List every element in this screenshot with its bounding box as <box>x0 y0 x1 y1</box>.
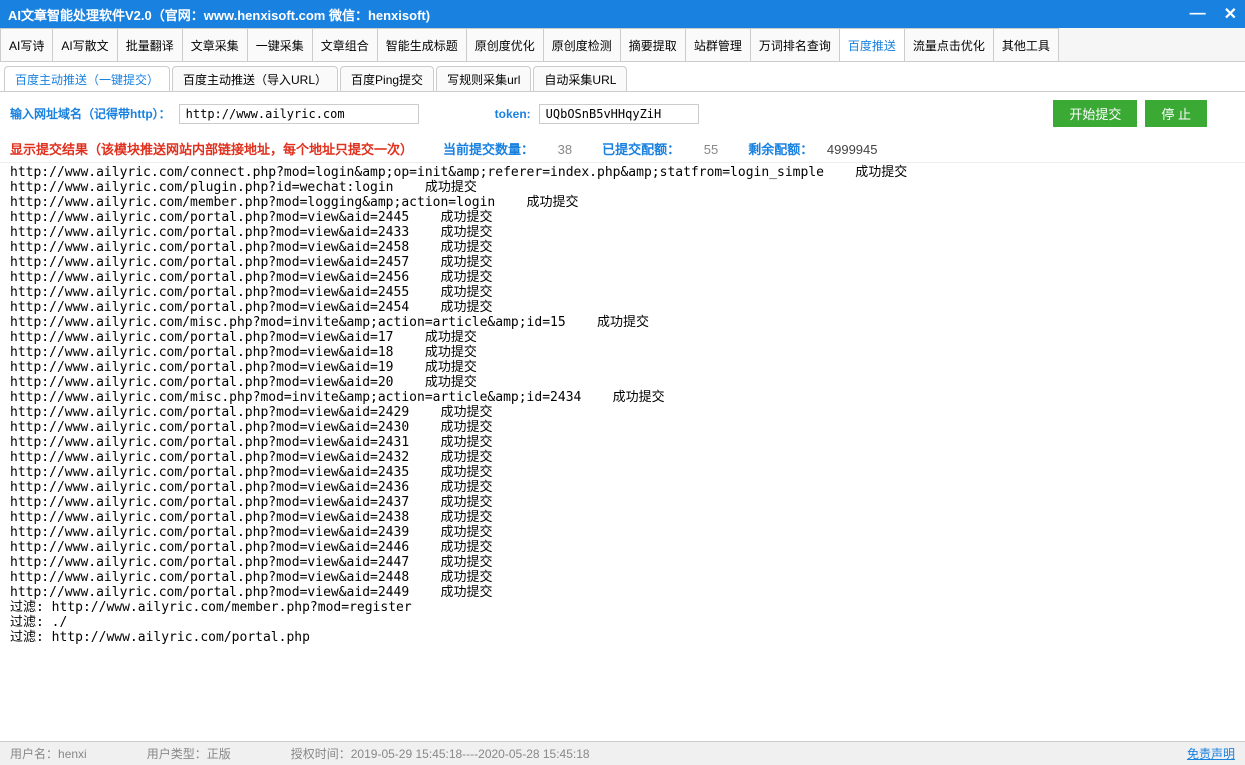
result-line: http://www.ailyric.com/portal.php?mod=vi… <box>10 555 1235 570</box>
token-input[interactable] <box>539 104 699 124</box>
result-line: http://www.ailyric.com/portal.php?mod=vi… <box>10 495 1235 510</box>
result-line: http://www.ailyric.com/portal.php?mod=vi… <box>10 435 1235 450</box>
result-line: http://www.ailyric.com/portal.php?mod=vi… <box>10 375 1235 390</box>
tab-9[interactable]: 摘要提取 <box>620 28 686 61</box>
tab-7[interactable]: 原创度优化 <box>466 28 544 61</box>
input-row: 输入网址域名（记得带http）： token: 开始提交 停 止 <box>0 92 1245 135</box>
tab-1[interactable]: AI写散文 <box>52 28 117 61</box>
current-value: 38 <box>558 142 572 157</box>
result-line: http://www.ailyric.com/portal.php?mod=vi… <box>10 510 1235 525</box>
result-line: 过滤: http://www.ailyric.com/member.php?mo… <box>10 600 1235 615</box>
start-button[interactable]: 开始提交 <box>1053 100 1137 127</box>
tab-0[interactable]: AI写诗 <box>0 28 53 61</box>
remain-label: 剩余配额： <box>748 142 813 157</box>
close-icon[interactable]: ✕ <box>1224 4 1237 24</box>
current-label: 当前提交数量： <box>443 142 534 157</box>
auth-label: 授权时间： <box>291 745 351 762</box>
result-line: http://www.ailyric.com/portal.php?mod=vi… <box>10 585 1235 600</box>
tab-5[interactable]: 文章组合 <box>312 28 378 61</box>
result-line: 过滤: http://www.ailyric.com/portal.php <box>10 630 1235 645</box>
result-line: http://www.ailyric.com/portal.php?mod=vi… <box>10 405 1235 420</box>
domain-label: 输入网址域名（记得带http）： <box>10 105 171 122</box>
result-line: http://www.ailyric.com/portal.php?mod=vi… <box>10 465 1235 480</box>
main-tabs: AI写诗AI写散文批量翻译文章采集一键采集文章组合智能生成标题原创度优化原创度检… <box>0 28 1245 62</box>
result-line: http://www.ailyric.com/portal.php?mod=vi… <box>10 570 1235 585</box>
quota-value: 55 <box>704 142 718 157</box>
result-line: http://www.ailyric.com/portal.php?mod=vi… <box>10 360 1235 375</box>
subtab-1[interactable]: 百度主动推送（导入URL） <box>172 66 338 91</box>
auth-value: 2019-05-29 15:45:18----2020-05-28 15:45:… <box>351 747 590 761</box>
tab-3[interactable]: 文章采集 <box>182 28 248 61</box>
tab-8[interactable]: 原创度检测 <box>543 28 621 61</box>
sub-tabs: 百度主动推送（一键提交）百度主动推送（导入URL）百度Ping提交写规则采集ur… <box>0 62 1245 92</box>
quota-label: 已提交配额： <box>602 142 680 157</box>
result-line: http://www.ailyric.com/portal.php?mod=vi… <box>10 420 1235 435</box>
result-line: 过滤: ./ <box>10 615 1235 630</box>
remain-value: 4999945 <box>827 142 878 157</box>
tab-13[interactable]: 流量点击优化 <box>904 28 994 61</box>
result-line: http://www.ailyric.com/portal.php?mod=vi… <box>10 540 1235 555</box>
result-line: http://www.ailyric.com/misc.php?mod=invi… <box>10 315 1235 330</box>
tab-12[interactable]: 百度推送 <box>839 28 905 61</box>
status-bar: 用户名： henxi 用户类型： 正版 授权时间： 2019-05-29 15:… <box>0 741 1245 765</box>
user-value: henxi <box>58 747 87 761</box>
subtab-0[interactable]: 百度主动推送（一键提交） <box>4 66 170 91</box>
result-line: http://www.ailyric.com/portal.php?mod=vi… <box>10 270 1235 285</box>
tab-10[interactable]: 站群管理 <box>685 28 751 61</box>
user-label: 用户名： <box>10 745 58 762</box>
tab-6[interactable]: 智能生成标题 <box>377 28 467 61</box>
result-line: http://www.ailyric.com/portal.php?mod=vi… <box>10 330 1235 345</box>
result-line: http://www.ailyric.com/portal.php?mod=vi… <box>10 210 1235 225</box>
result-line: http://www.ailyric.com/portal.php?mod=vi… <box>10 255 1235 270</box>
result-line: http://www.ailyric.com/member.php?mod=lo… <box>10 195 1235 210</box>
user-type-value: 正版 <box>207 745 231 762</box>
minimize-icon[interactable]: — <box>1190 5 1206 23</box>
result-line: http://www.ailyric.com/portal.php?mod=vi… <box>10 450 1235 465</box>
result-line: http://www.ailyric.com/portal.php?mod=vi… <box>10 345 1235 360</box>
tab-11[interactable]: 万词排名查询 <box>750 28 840 61</box>
stop-button[interactable]: 停 止 <box>1145 100 1207 127</box>
result-line: http://www.ailyric.com/portal.php?mod=vi… <box>10 225 1235 240</box>
subtab-3[interactable]: 写规则采集url <box>436 66 531 91</box>
user-type-label: 用户类型： <box>147 745 207 762</box>
result-line: http://www.ailyric.com/portal.php?mod=vi… <box>10 300 1235 315</box>
token-label: token: <box>495 107 531 121</box>
tab-14[interactable]: 其他工具 <box>993 28 1059 61</box>
disclaimer-link[interactable]: 免责声明 <box>1187 745 1235 762</box>
subtab-4[interactable]: 自动采集URL <box>533 66 627 91</box>
result-line: http://www.ailyric.com/portal.php?mod=vi… <box>10 240 1235 255</box>
subtab-2[interactable]: 百度Ping提交 <box>340 66 434 91</box>
tab-4[interactable]: 一键采集 <box>247 28 313 61</box>
result-line: http://www.ailyric.com/portal.php?mod=vi… <box>10 525 1235 540</box>
result-label: 显示提交结果（该模块推送网站内部链接地址，每个地址只提交一次） <box>10 139 413 158</box>
results-panel[interactable]: http://www.ailyric.com/connect.php?mod=l… <box>0 162 1245 690</box>
stats-row: 显示提交结果（该模块推送网站内部链接地址，每个地址只提交一次） 当前提交数量： … <box>0 135 1245 162</box>
result-line: http://www.ailyric.com/portal.php?mod=vi… <box>10 285 1235 300</box>
result-line: http://www.ailyric.com/portal.php?mod=vi… <box>10 480 1235 495</box>
window-titlebar: AI文章智能处理软件V2.0（官网：www.henxisoft.com 微信：h… <box>0 0 1245 28</box>
tab-2[interactable]: 批量翻译 <box>117 28 183 61</box>
result-line: http://www.ailyric.com/connect.php?mod=l… <box>10 165 1235 180</box>
result-line: http://www.ailyric.com/misc.php?mod=invi… <box>10 390 1235 405</box>
domain-input[interactable] <box>179 104 419 124</box>
window-title: AI文章智能处理软件V2.0（官网：www.henxisoft.com 微信：h… <box>8 5 430 24</box>
result-line: http://www.ailyric.com/plugin.php?id=wec… <box>10 180 1235 195</box>
